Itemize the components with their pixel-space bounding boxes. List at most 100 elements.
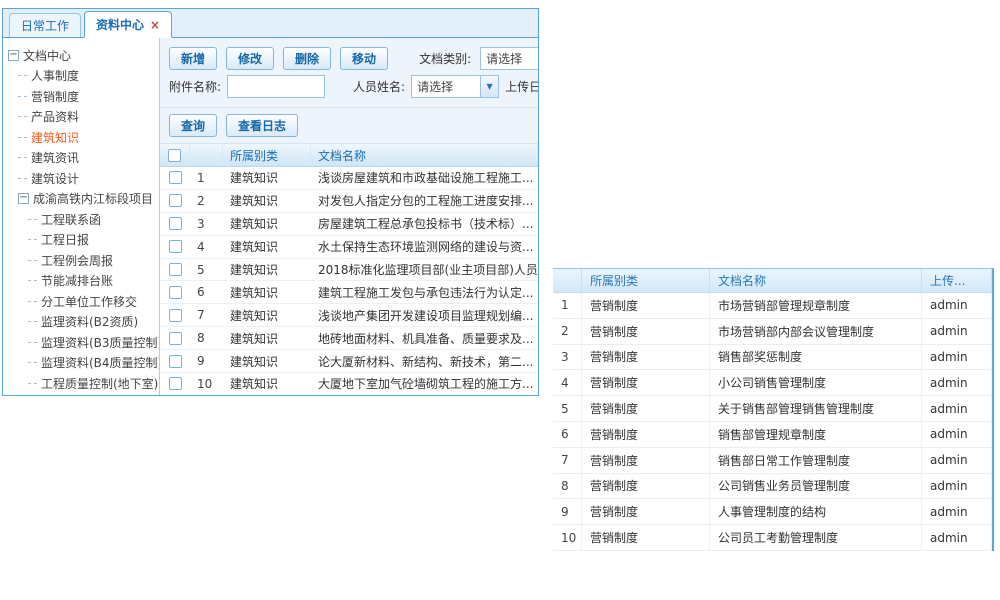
table-row[interactable]: 7 营销制度 销售部日常工作管理制度 admin xyxy=(553,448,992,474)
cell-category: 建筑知识 xyxy=(223,167,311,189)
table-row[interactable]: 1 营销制度 市场营销部管理规章制度 admin xyxy=(553,293,992,319)
table-row[interactable]: 6 建筑知识 建筑工程施工发包与承包违法行为认定... xyxy=(160,281,538,304)
cell-number: 9 xyxy=(190,350,223,372)
tree-item-doc-center[interactable]: − 文档中心 xyxy=(8,45,157,66)
tab-label: 资料中心 xyxy=(96,16,144,33)
table-row[interactable]: 6 营销制度 销售部管理规章制度 admin xyxy=(553,422,992,448)
table-body: 1 营销制度 市场营销部管理规章制度 admin 2 营销制度 市场营销部内部会… xyxy=(553,293,992,551)
row-checkbox[interactable] xyxy=(169,263,182,276)
table-row[interactable]: 1 建筑知识 浅谈房屋建筑和市政基础设施工程施工... xyxy=(160,167,538,190)
toolbar-row-1: 新增 修改 删除 移动 文档类别: 请选择 ▼ 文档 xyxy=(160,38,538,75)
cell-category: 营销制度 xyxy=(582,396,710,421)
table-row[interactable]: 4 建筑知识 水土保持生态环境监测网络的建设与资... xyxy=(160,236,538,259)
move-button[interactable]: 移动 xyxy=(340,47,388,70)
cell-number: 6 xyxy=(553,422,582,447)
cell-number: 5 xyxy=(190,259,223,281)
cell-category: 营销制度 xyxy=(582,448,710,473)
tree-item-supervision-b3[interactable]: 监理资料(B3质量控制) xyxy=(8,332,157,353)
cell-category: 建筑知识 xyxy=(223,327,311,349)
table-row[interactable]: 10 营销制度 公司员工考勤管理制度 admin xyxy=(553,525,992,551)
select-all-checkbox[interactable] xyxy=(168,149,181,162)
cell-doc-name: 人事管理制度的结构 xyxy=(710,499,922,524)
cell-doc-name: 销售部管理规章制度 xyxy=(710,422,922,447)
close-icon[interactable]: × xyxy=(150,19,160,31)
table-row[interactable]: 2 营销制度 市场营销部内部会议管理制度 admin xyxy=(553,319,992,345)
tree-item-personnel[interactable]: 人事制度 xyxy=(8,66,157,87)
query-button[interactable]: 查询 xyxy=(169,114,217,137)
row-checkbox[interactable] xyxy=(169,309,182,322)
row-checkbox[interactable] xyxy=(169,332,182,345)
table-row[interactable]: 5 建筑知识 2018标准化监理项目部(业主项目部)人员... xyxy=(160,259,538,282)
tree-item-daily-report[interactable]: 工程日报 xyxy=(8,230,157,251)
tree-item-construction-news[interactable]: 建筑资讯 xyxy=(8,148,157,169)
tree-item-construction-design[interactable]: 建筑设计 xyxy=(8,168,157,189)
cell-number: 1 xyxy=(553,293,582,318)
cell-category: 建筑知识 xyxy=(223,373,311,395)
row-checkbox[interactable] xyxy=(169,377,182,390)
cell-checkbox xyxy=(160,167,190,189)
tab-daily-work[interactable]: 日常工作 xyxy=(9,13,81,37)
row-checkbox[interactable] xyxy=(169,355,182,368)
table-row[interactable]: 9 建筑知识 论大厦新材料、新结构、新技术，第二... xyxy=(160,350,538,373)
person-name-select[interactable]: 请选择 ▼ xyxy=(411,75,499,98)
cell-category: 营销制度 xyxy=(582,422,710,447)
tree-item-energy-ledger[interactable]: 节能减排台账 xyxy=(8,271,157,292)
tree-item-quality-main[interactable]: 工程质量控制(主体) xyxy=(8,394,157,396)
table-row[interactable]: 7 建筑知识 浅谈地产集团开发建设项目监理规划编... xyxy=(160,304,538,327)
modify-button[interactable]: 修改 xyxy=(226,47,274,70)
chevron-down-icon[interactable]: ▼ xyxy=(480,76,498,97)
tree-item-marketing[interactable]: 营销制度 xyxy=(8,86,157,107)
attachment-input[interactable] xyxy=(227,75,325,98)
cell-number: 3 xyxy=(553,345,582,370)
tree-connector xyxy=(28,260,37,261)
add-button[interactable]: 新增 xyxy=(169,47,217,70)
row-checkbox[interactable] xyxy=(169,194,182,207)
row-checkbox[interactable] xyxy=(169,217,182,230)
cell-checkbox xyxy=(160,259,190,281)
table-row[interactable]: 2 建筑知识 对发包人指定分包的工程施工进度安排... xyxy=(160,190,538,213)
tab-data-center[interactable]: 资料中心 × xyxy=(84,11,172,38)
row-checkbox[interactable] xyxy=(169,171,182,184)
cell-category: 营销制度 xyxy=(582,370,710,395)
tree-item-construction-knowledge[interactable]: 建筑知识 xyxy=(8,127,157,148)
row-checkbox[interactable] xyxy=(169,286,182,299)
doc-category-select[interactable]: 请选择 ▼ xyxy=(480,47,538,70)
cell-category: 营销制度 xyxy=(582,345,710,370)
table-row[interactable]: 5 营销制度 关于销售部管理销售管理制度 admin xyxy=(553,396,992,422)
table-row[interactable]: 3 建筑知识 房屋建筑工程总承包投标书（技术标）... xyxy=(160,213,538,236)
cell-doc-name: 销售部奖惩制度 xyxy=(710,345,922,370)
table-row[interactable]: 4 营销制度 小公司销售管理制度 admin xyxy=(553,370,992,396)
tree-item-quality-basement[interactable]: 工程质量控制(地下室) xyxy=(8,373,157,394)
header-number-cell xyxy=(190,144,223,166)
tree-item-contact-letter[interactable]: 工程联系函 xyxy=(8,209,157,230)
tree-item-label: 建筑知识 xyxy=(31,129,79,146)
cell-number: 6 xyxy=(190,281,223,303)
tree-item-supervision-b2[interactable]: 监理资料(B2资质) xyxy=(8,312,157,333)
tree-connector xyxy=(28,321,37,322)
collapse-icon[interactable]: − xyxy=(18,193,29,204)
tree-item-railway-project[interactable]: − 成渝高铁内江标段项目 xyxy=(8,189,157,210)
tree-item-supervision-b4[interactable]: 监理资料(B4质量控制) xyxy=(8,353,157,374)
tree-connector xyxy=(18,75,27,76)
table-row[interactable]: 8 营销制度 公司销售业务员管理制度 admin xyxy=(553,474,992,500)
view-log-button[interactable]: 查看日志 xyxy=(226,114,298,137)
upload-date-label-clipped: 上传日期 xyxy=(505,78,538,95)
table-row[interactable]: 8 建筑知识 地砖地面材料、机具准备、质量要求及... xyxy=(160,327,538,350)
cell-checkbox xyxy=(160,281,190,303)
table-row[interactable]: 3 营销制度 销售部奖惩制度 admin xyxy=(553,345,992,371)
row-checkbox[interactable] xyxy=(169,240,182,253)
cell-doc-name: 大厦地下室加气砼墙砌筑工程的施工方... xyxy=(311,373,538,395)
table-row[interactable]: 10 建筑知识 大厦地下室加气砼墙砌筑工程的施工方... xyxy=(160,373,538,395)
cell-number: 10 xyxy=(553,525,582,550)
cell-number: 4 xyxy=(190,236,223,258)
tree-connector xyxy=(18,116,27,117)
tree-item-product[interactable]: 产品资料 xyxy=(8,107,157,128)
table-row[interactable]: 9 营销制度 人事管理制度的结构 admin xyxy=(553,499,992,525)
delete-button[interactable]: 删除 xyxy=(283,47,331,70)
collapse-icon[interactable]: − xyxy=(8,50,19,61)
tree-connector xyxy=(28,362,37,363)
tree-item-label: 监理资料(B4质量控制) xyxy=(41,354,160,371)
tree-item-work-transfer[interactable]: 分工单位工作移交 xyxy=(8,291,157,312)
tree-connector xyxy=(18,157,27,158)
tree-item-weekly-report[interactable]: 工程例会周报 xyxy=(8,250,157,271)
